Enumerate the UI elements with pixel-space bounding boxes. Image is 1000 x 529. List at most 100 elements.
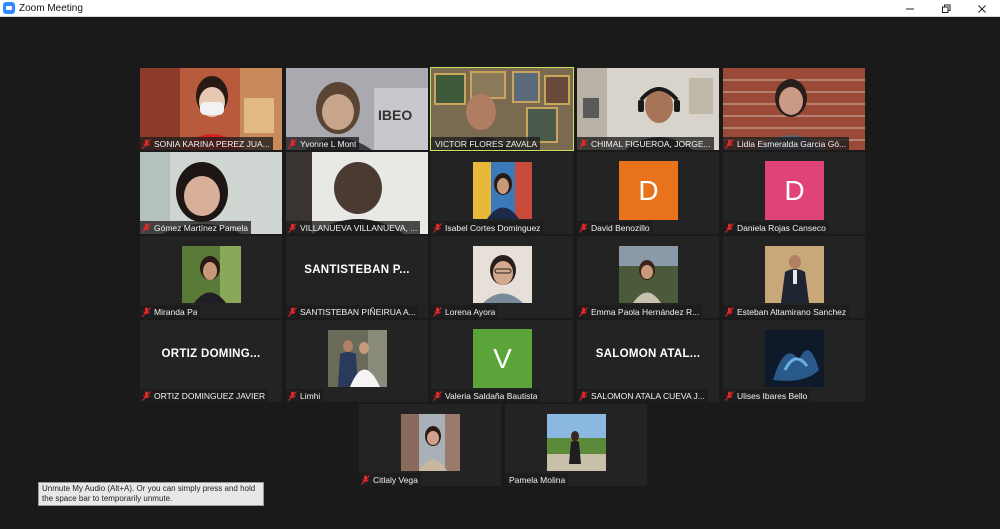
participant-nameplate: SALOMON ATALA CUEVA J... xyxy=(577,389,708,402)
muted-mic-icon xyxy=(288,390,297,401)
profile-photo xyxy=(473,162,532,219)
participant-tile[interactable]: Emma Paola Hernández R... xyxy=(577,236,719,318)
muted-mic-icon xyxy=(725,222,734,233)
avatar: V xyxy=(473,329,532,388)
participant-tile[interactable]: D David Benozillo xyxy=(577,152,719,234)
zoom-app-icon xyxy=(3,2,15,14)
participant-name: Lidia Esmeralda Garcia Gó... xyxy=(737,138,847,149)
minimize-icon xyxy=(906,8,914,9)
profile-photo xyxy=(619,246,678,303)
participant-name: SONIA KARINA PEREZ JUA... xyxy=(154,138,270,149)
participant-tile[interactable]: Limhi xyxy=(286,320,428,402)
participant-nameplate: Lidia Esmeralda Garcia Gó... xyxy=(723,137,850,150)
avatar: D xyxy=(765,161,824,220)
participant-tile[interactable]: SANTISTEBAN P... SANTISTEBAN PIÑEIRUA A.… xyxy=(286,236,428,318)
participant-tile[interactable]: ORTIZ DOMING... ORTIZ DOMINGUEZ JAVIER xyxy=(140,320,282,402)
participant-name: SANTISTEBAN PIÑEIRUA A... xyxy=(300,306,416,317)
participant-nameplate: VICTOR FLORES ZAVALA xyxy=(431,137,541,150)
participant-nameplate: Yvonne L Mont xyxy=(286,137,360,150)
muted-mic-icon xyxy=(725,306,734,317)
participant-tile-active-speaker[interactable]: VICTOR FLORES ZAVALA xyxy=(430,67,574,151)
participant-name: SALOMON ATALA CUEVA J... xyxy=(591,390,705,401)
participant-nameplate: Gómez Martínez Pamela xyxy=(140,221,252,234)
muted-mic-icon xyxy=(142,306,151,317)
participant-tile[interactable]: SALOMON ATAL... SALOMON ATALA CUEVA J... xyxy=(577,320,719,402)
participant-name: David Benozillo xyxy=(591,222,650,233)
muted-mic-icon xyxy=(433,390,442,401)
muted-mic-icon xyxy=(725,138,734,149)
participant-nameplate: ORTIZ DOMINGUEZ JAVIER xyxy=(140,389,269,402)
participant-name: Emma Paola Hernández R... xyxy=(591,306,700,317)
participant-nameplate: Citlaly Vega xyxy=(359,473,421,486)
profile-photo xyxy=(765,246,824,303)
participant-nameplate: CHIMAL FIGUEROA, JORGE... xyxy=(577,137,714,150)
participant-tile[interactable]: Gómez Martínez Pamela xyxy=(140,152,282,234)
participant-tile[interactable]: CHIMAL FIGUEROA, JORGE... xyxy=(577,68,719,150)
participant-nameplate: David Benozillo xyxy=(577,221,653,234)
profile-photo xyxy=(547,414,606,471)
participant-tile[interactable]: D Daniela Rojas Canseco xyxy=(723,152,865,234)
participant-tile[interactable]: Isabel Cortes Dominguez xyxy=(431,152,573,234)
participant-tile[interactable]: Esteban Altamirano Sanchez xyxy=(723,236,865,318)
svg-text:IBEO: IBEO xyxy=(378,107,412,123)
avatar-letter: D xyxy=(784,174,805,206)
maximize-button[interactable] xyxy=(928,0,964,17)
participant-name: Ulises Ibares Bello xyxy=(737,390,808,401)
participant-nameplate: VILLANUEVA VILLANUEVA, ... xyxy=(286,221,421,234)
participant-tile[interactable]: Pamela Molina xyxy=(505,404,647,486)
profile-photo xyxy=(765,330,824,387)
participant-tile[interactable]: SONIA KARINA PEREZ JUA... xyxy=(140,68,282,150)
participant-display-name: ORTIZ DOMING... xyxy=(161,348,261,360)
participant-name: Yvonne L Mont xyxy=(300,138,357,149)
muted-mic-icon xyxy=(433,222,442,233)
participant-name: Daniela Rojas Canseco xyxy=(737,222,826,233)
window-controls xyxy=(892,0,1000,17)
profile-photo xyxy=(328,330,387,387)
participant-name: Lorena Ayora xyxy=(445,306,496,317)
participant-display-name: SALOMON ATAL... xyxy=(595,348,701,360)
muted-mic-icon xyxy=(142,222,151,233)
avatar-letter: D xyxy=(638,174,659,206)
participant-name: VILLANUEVA VILLANUEVA, ... xyxy=(300,222,418,233)
avatar: D xyxy=(619,161,678,220)
restore-icon xyxy=(942,4,951,13)
close-button[interactable] xyxy=(964,0,1000,17)
participant-tile[interactable]: IBEO Yvonne L Mont xyxy=(286,68,428,150)
muted-mic-icon xyxy=(725,390,734,401)
unmute-tooltip: Unmute My Audio (Alt+A). Or you can simp… xyxy=(38,482,264,506)
participant-name: Isabel Cortes Dominguez xyxy=(445,222,541,233)
participant-nameplate: Esteban Altamirano Sanchez xyxy=(723,305,850,318)
participant-tile[interactable]: VILLANUEVA VILLANUEVA, ... xyxy=(286,152,428,234)
profile-photo xyxy=(401,414,460,471)
participant-name: CHIMAL FIGUEROA, JORGE... xyxy=(591,138,711,149)
participant-nameplate: Emma Paola Hernández R... xyxy=(577,305,703,318)
participant-nameplate: SANTISTEBAN PIÑEIRUA A... xyxy=(286,305,419,318)
participant-tile[interactable]: Miranda Pa xyxy=(140,236,282,318)
muted-mic-icon xyxy=(142,390,151,401)
participant-nameplate: Daniela Rojas Canseco xyxy=(723,221,829,234)
participant-name: Valeria Saldaña Bautista xyxy=(445,390,538,401)
participant-name: Pamela Molina xyxy=(509,474,566,485)
participant-name: Citlaly Vega xyxy=(373,474,418,485)
minimize-button[interactable] xyxy=(892,0,928,17)
participant-name: VICTOR FLORES ZAVALA xyxy=(435,138,538,149)
participant-nameplate: SONIA KARINA PEREZ JUA... xyxy=(140,137,273,150)
participant-tile[interactable]: Lidia Esmeralda Garcia Gó... xyxy=(723,68,865,150)
participant-tile[interactable]: Ulises Ibares Bello xyxy=(723,320,865,402)
participant-nameplate: Limhi xyxy=(286,389,324,402)
participant-display-name: SANTISTEBAN P... xyxy=(304,264,410,276)
muted-mic-icon xyxy=(579,138,588,149)
participant-name: Esteban Altamirano Sanchez xyxy=(737,306,847,317)
participant-tile[interactable]: V Valeria Saldaña Bautista xyxy=(431,320,573,402)
participant-name: Gómez Martínez Pamela xyxy=(154,222,249,233)
participant-nameplate: Isabel Cortes Dominguez xyxy=(431,221,544,234)
muted-mic-icon xyxy=(361,474,370,485)
muted-mic-icon xyxy=(288,222,297,233)
participant-tile[interactable]: Lorena Ayora xyxy=(431,236,573,318)
participant-tile[interactable]: Citlaly Vega xyxy=(359,404,501,486)
participant-nameplate: Valeria Saldaña Bautista xyxy=(431,389,541,402)
muted-mic-icon xyxy=(579,306,588,317)
title-bar: Zoom Meeting xyxy=(0,0,1000,17)
muted-mic-icon xyxy=(288,306,297,317)
participant-nameplate: Lorena Ayora xyxy=(431,305,499,318)
